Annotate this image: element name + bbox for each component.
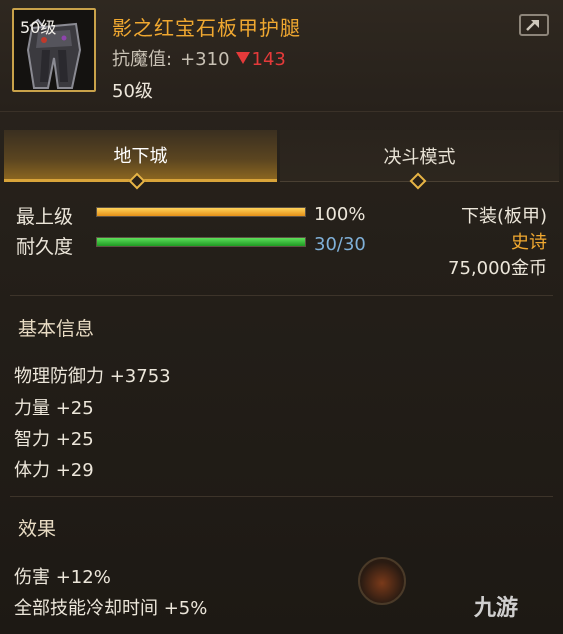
- anti-magic-label: 抗魔值:: [112, 49, 173, 70]
- watermark-logo: 九游: [474, 596, 519, 621]
- rarity: 史诗: [511, 232, 547, 253]
- anti-magic-row: 抗魔值: +310 143: [112, 45, 286, 71]
- divider: [10, 496, 553, 497]
- attribute-line: 力量 +25: [14, 398, 94, 419]
- anti-magic-diff: 143: [235, 49, 286, 70]
- attribute-line: 物理防御力 +3753: [14, 366, 171, 387]
- durability-label: 耐久度: [16, 236, 74, 258]
- share-icon[interactable]: [519, 14, 549, 36]
- item-level-tag: 50级: [20, 18, 57, 37]
- anti-magic-diff-value: 143: [251, 49, 286, 70]
- anti-magic-value: +310: [180, 49, 230, 70]
- item-name: 影之红宝石板甲护腿: [112, 16, 301, 40]
- max-level-label: 最上级: [16, 206, 74, 228]
- effects-title: 效果: [18, 518, 57, 540]
- basic-info-title: 基本信息: [18, 318, 95, 340]
- durability-bar-fill: [97, 238, 305, 246]
- max-level-bar: [96, 207, 306, 217]
- item-tooltip-panel: 50级 影之红宝石板甲护腿 抗魔值: +310 143 50级 地下城 决斗模式…: [0, 0, 563, 634]
- item-level-line: 50级: [112, 81, 153, 102]
- durability-value: 30/30: [314, 234, 366, 255]
- effect-line: 伤害 +12%: [14, 567, 111, 588]
- mode-tabs: 地下城 决斗模式: [4, 130, 559, 182]
- slot-type: 下装(板甲): [460, 206, 547, 227]
- fire-orb-icon: [358, 557, 406, 605]
- durability-bar: [96, 237, 306, 247]
- item-header: 50级 影之红宝石板甲护腿 抗魔值: +310 143 50级: [0, 0, 563, 112]
- attribute-line: 智力 +25: [14, 429, 94, 450]
- price: 75,000金币: [448, 258, 547, 279]
- max-level-value: 100%: [314, 204, 366, 225]
- tab-dungeon[interactable]: 地下城: [4, 130, 277, 182]
- effect-line: 全部技能冷却时间 +5%: [14, 598, 208, 619]
- item-icon-frame[interactable]: 50级: [12, 8, 96, 92]
- down-triangle-icon: [235, 52, 250, 64]
- attribute-line: 体力 +29: [14, 460, 94, 481]
- max-level-bar-fill: [97, 208, 305, 216]
- divider: [10, 295, 553, 296]
